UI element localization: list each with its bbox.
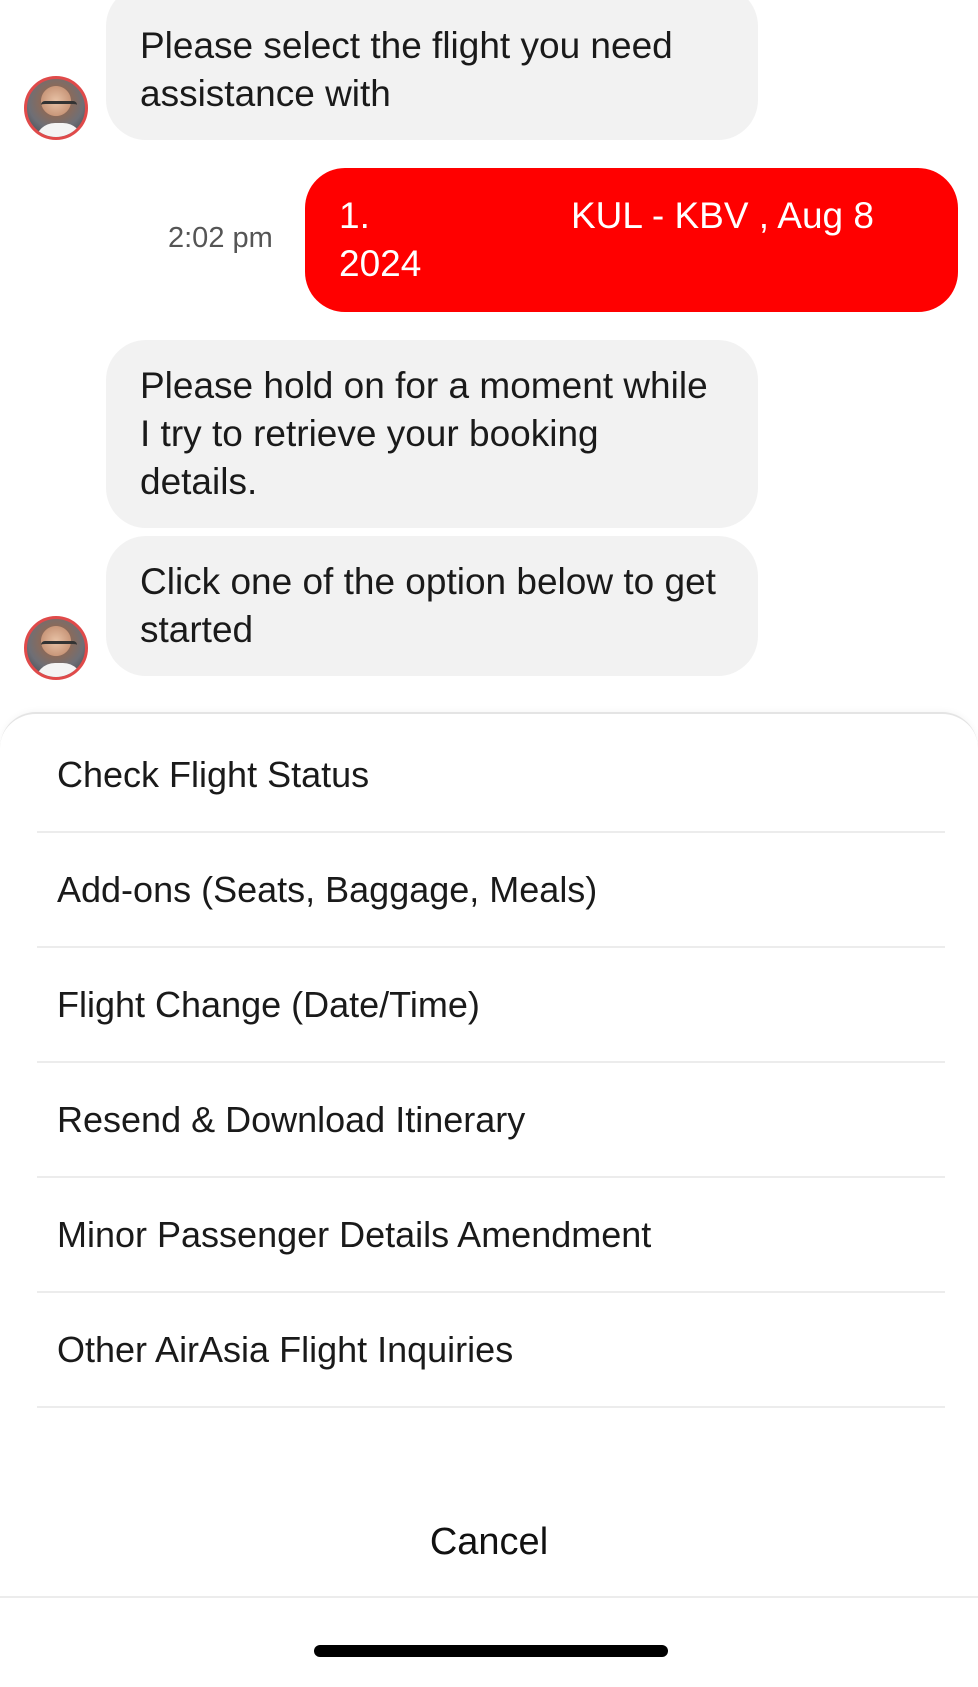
cancel-button[interactable]: Cancel <box>0 1488 978 1598</box>
option-resend-itinerary[interactable]: Resend & Download Itinerary <box>37 1063 945 1178</box>
user-message-bubble: 1. KUL - KBV , Aug 8 2024 <box>305 168 958 312</box>
chat-screen: Please select the flight you need assist… <box>0 0 978 1687</box>
option-passenger-amendment[interactable]: Minor Passenger Details Amendment <box>37 1178 945 1293</box>
bot-message-bubble: Click one of the option below to get sta… <box>106 536 758 676</box>
bot-message-bubble: Please select the flight you need assist… <box>106 0 758 140</box>
message-text: Click one of the option below to get sta… <box>140 561 716 650</box>
options-bottom-sheet: Check Flight Status Add-ons (Seats, Bagg… <box>0 712 978 1687</box>
option-label: Minor Passenger Details Amendment <box>57 1213 652 1255</box>
message-line-1: 1. KUL - KBV , Aug 8 <box>339 192 924 240</box>
bot-message-bubble: Please hold on for a moment while I try … <box>106 340 758 528</box>
message-timestamp: 2:02 pm <box>168 222 273 254</box>
option-label: Add-ons (Seats, Baggage, Meals) <box>57 868 598 910</box>
avatar-shirt <box>35 663 83 677</box>
option-label: Other AirAsia Flight Inquiries <box>57 1328 514 1370</box>
option-other-inquiries[interactable]: Other AirAsia Flight Inquiries <box>37 1293 945 1408</box>
avatar-shirt <box>35 123 83 137</box>
message-route: KUL - KBV , Aug 8 <box>570 195 874 236</box>
message-text: Please select the flight you need assist… <box>140 25 673 114</box>
agent-avatar <box>24 616 88 680</box>
option-add-ons[interactable]: Add-ons (Seats, Baggage, Meals) <box>37 833 945 948</box>
cancel-label: Cancel <box>429 1520 549 1563</box>
option-label: Check Flight Status <box>57 753 370 795</box>
message-text: Please hold on for a moment while I try … <box>140 365 708 502</box>
option-flight-change[interactable]: Flight Change (Date/Time) <box>37 948 945 1063</box>
option-label: Resend & Download Itinerary <box>57 1098 526 1140</box>
home-indicator[interactable] <box>314 1645 668 1657</box>
agent-avatar <box>24 76 88 140</box>
option-check-flight-status[interactable]: Check Flight Status <box>37 718 945 833</box>
avatar-glasses <box>41 101 77 109</box>
message-line-2: 2024 <box>339 243 422 284</box>
option-label: Flight Change (Date/Time) <box>57 983 480 1025</box>
message-index: 1. <box>339 195 370 236</box>
avatar-glasses <box>41 641 77 649</box>
